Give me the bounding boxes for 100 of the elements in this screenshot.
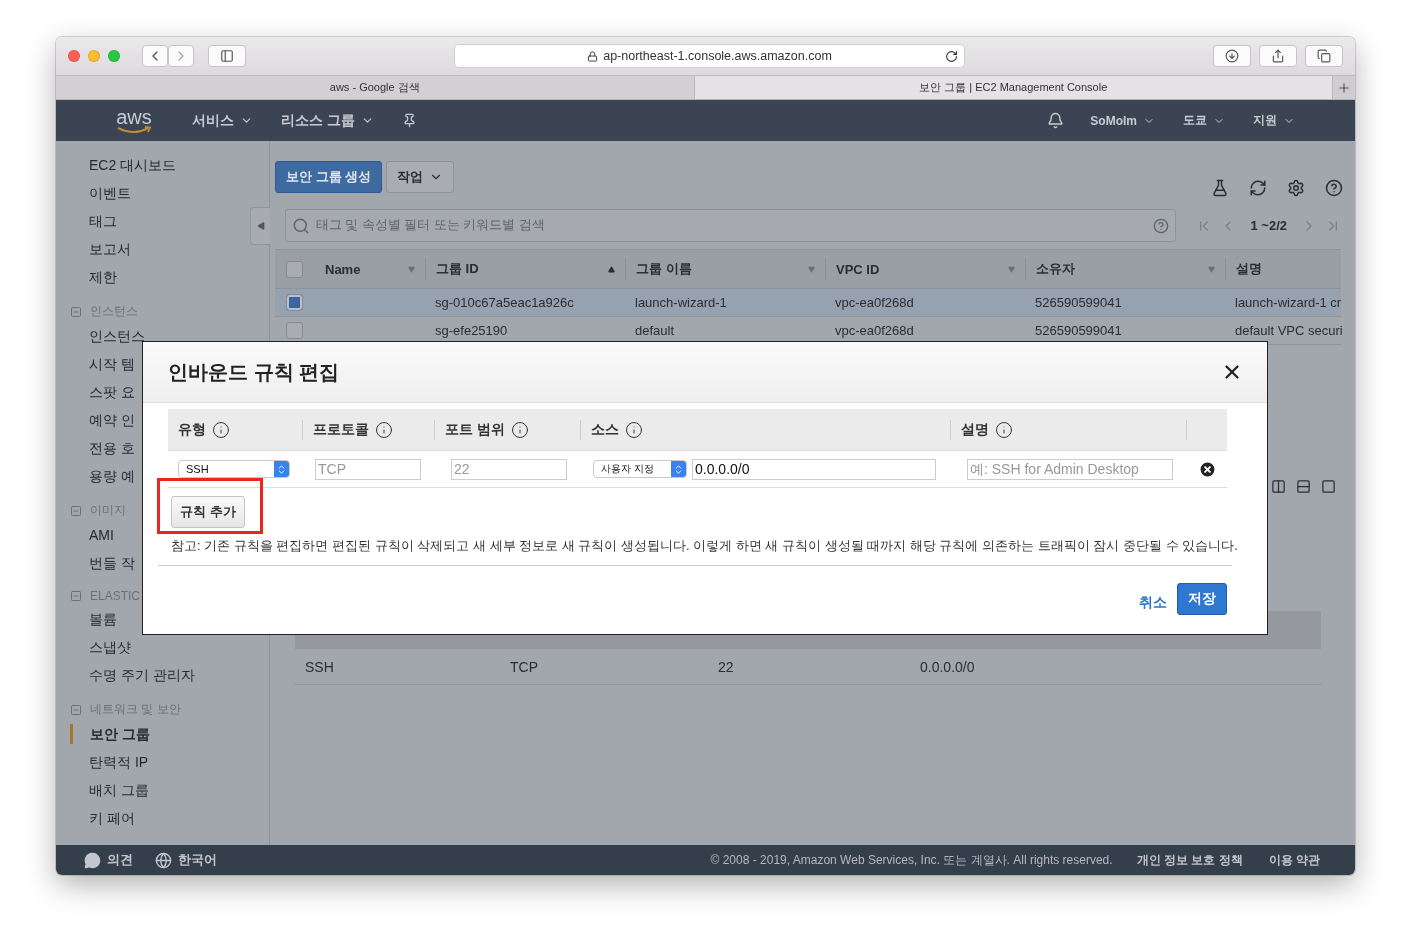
collapse-icon[interactable] bbox=[70, 305, 82, 318]
feedback-link[interactable]: 의견 bbox=[84, 851, 133, 869]
column-header[interactable]: Name bbox=[325, 261, 361, 277]
sidebar-item[interactable]: 예약 인 bbox=[89, 410, 135, 430]
save-button[interactable]: 저장 bbox=[1177, 583, 1227, 615]
table-cell-text: TCP bbox=[510, 658, 539, 675]
type-select[interactable]: SSH bbox=[178, 460, 290, 478]
table-cell-text: default bbox=[634, 323, 676, 338]
lock-icon bbox=[587, 50, 599, 62]
notifications-icon[interactable] bbox=[1047, 112, 1065, 129]
browser-tab[interactable]: 보안 그룹 | EC2 Management Console bbox=[694, 76, 1333, 99]
table-cell-text: default VPC securi bbox=[1234, 323, 1344, 338]
add-rule-button[interactable]: 규칙 추가 bbox=[171, 496, 245, 528]
help-icon bbox=[1153, 217, 1170, 234]
sidebar-item[interactable]: 태그 bbox=[89, 211, 117, 231]
sidebar-item[interactable]: 용량 예 bbox=[89, 466, 135, 486]
nav-menu[interactable]: 리소스 그룹 bbox=[281, 111, 374, 130]
region-menu[interactable]: 도쿄 bbox=[1183, 112, 1225, 129]
column-menu-icon[interactable] bbox=[408, 265, 415, 273]
cancel-link[interactable]: 취소 bbox=[1139, 594, 1167, 612]
sidebar-item[interactable]: 전용 호 bbox=[89, 438, 135, 458]
download-button[interactable] bbox=[1213, 45, 1251, 67]
table-cell-text: launch-wizard-1 cr bbox=[1234, 295, 1343, 310]
row-checkbox[interactable] bbox=[286, 294, 303, 311]
share-button[interactable] bbox=[1259, 45, 1297, 67]
split-horizontal-icon bbox=[1296, 479, 1311, 494]
sort-ascending-icon[interactable] bbox=[608, 265, 615, 273]
nav-menu[interactable]: 서비스 bbox=[192, 111, 253, 130]
column-header[interactable]: 설명 bbox=[1236, 260, 1262, 278]
refresh-icon[interactable] bbox=[1249, 179, 1267, 197]
info-icon bbox=[375, 420, 393, 439]
reload-icon bbox=[945, 49, 958, 63]
split-vertical-icon bbox=[1271, 479, 1286, 494]
note-text: 참고: 기존 규칙을 편집하면 편집된 규칙이 삭제되고 새 세부 정보로 새 규칙이 생성됩니다. 이렇게 하면 새 규칙이 생성될 때까지 해당 규칙에 의존하는 트래픽이 잠시 중단될 수 있습니다. bbox=[171, 537, 1239, 555]
sidebar-item[interactable]: 볼륨 bbox=[89, 609, 117, 629]
column-header[interactable]: 그룹 이름 bbox=[636, 260, 692, 278]
sidebar-item[interactable]: 수명 주기 관리자 bbox=[89, 665, 195, 685]
collapse-icon[interactable] bbox=[70, 504, 82, 517]
settings-icon[interactable] bbox=[1287, 179, 1305, 197]
flask-icon[interactable] bbox=[1211, 179, 1229, 197]
support-menu[interactable]: 지원 bbox=[1253, 112, 1295, 129]
sidebar-item[interactable]: 탄력적 IP bbox=[89, 752, 149, 772]
sidebar-item[interactable]: EC2 대시보드 bbox=[89, 155, 177, 175]
info-icon bbox=[625, 420, 643, 439]
sidebar-item[interactable]: 배치 그룹 bbox=[89, 780, 149, 800]
column-menu-icon[interactable] bbox=[808, 265, 815, 273]
column-menu-icon[interactable] bbox=[1208, 265, 1215, 273]
address-bar[interactable]: ap-northeast-1.console.aws.amazon.com bbox=[454, 44, 965, 68]
minimize-window-button[interactable] bbox=[88, 50, 100, 62]
source-field[interactable]: 0.0.0.0/0 bbox=[692, 458, 936, 480]
sidebar-item[interactable]: 키 페어 bbox=[89, 808, 135, 828]
table-cell-text: vpc-ea0f268d bbox=[834, 295, 915, 310]
download-icon bbox=[1225, 49, 1239, 63]
account-menu[interactable]: SoMoIm bbox=[1090, 113, 1155, 128]
footer-link[interactable]: 이용 약관 bbox=[1268, 851, 1320, 869]
sidebar-item[interactable]: 스냅샷 bbox=[89, 637, 131, 657]
sidebar-item[interactable]: AMI bbox=[89, 525, 114, 545]
actions-button[interactable]: 작업 bbox=[386, 161, 455, 193]
collapse-icon[interactable] bbox=[70, 590, 82, 602]
sidebar-item[interactable]: 번들 작 bbox=[89, 553, 135, 573]
pin-icon[interactable] bbox=[401, 113, 417, 128]
sidebar-toggle-button[interactable] bbox=[208, 45, 246, 67]
zoom-window-button[interactable] bbox=[108, 50, 120, 62]
row-checkbox[interactable] bbox=[286, 322, 303, 339]
footer-link[interactable]: 개인 정보 보호 정책 bbox=[1136, 851, 1243, 869]
create-security-group-button[interactable]: 보안 그룹 생성 bbox=[275, 161, 383, 193]
sidebar-item[interactable]: 스팟 요 bbox=[89, 382, 135, 402]
column-header[interactable]: 그룹 ID bbox=[436, 260, 479, 278]
language-link[interactable]: 한국어 bbox=[155, 851, 217, 869]
copyright-text: © 2008 - 2019, Amazon Web Services, Inc. 또는 계열사. All rights reserved. bbox=[710, 851, 1113, 869]
close-window-button[interactable] bbox=[68, 50, 80, 62]
table-cell-text: 0.0.0.0/0 bbox=[920, 658, 976, 675]
column-header: 프로토콜 bbox=[313, 420, 369, 439]
table-row[interactable]: sg-010c67a5eac1a926c launch-wizard-1 vpc-ea0f268d 526590599041 launch-wizard-1 cr bbox=[275, 289, 1341, 317]
sidebar-item[interactable]: 제한 bbox=[89, 267, 117, 287]
sidebar-item[interactable]: 시작 템 bbox=[89, 354, 135, 374]
table-cell-text: vpc-ea0f268d bbox=[834, 323, 915, 338]
search-icon bbox=[292, 216, 310, 235]
back-button[interactable] bbox=[142, 45, 168, 67]
table-cell-text: sg-010c67a5eac1a926c bbox=[434, 295, 575, 310]
collapse-sidebar-handle[interactable] bbox=[250, 207, 270, 245]
sidebar-item[interactable]: 이벤트 bbox=[89, 183, 131, 203]
column-menu-icon[interactable] bbox=[1008, 265, 1015, 273]
select-all-checkbox[interactable] bbox=[286, 260, 303, 278]
stepper-icon bbox=[673, 463, 684, 475]
column-header[interactable]: VPC ID bbox=[836, 261, 880, 277]
aws-logo[interactable]: aws bbox=[116, 107, 152, 134]
description-field[interactable]: 예: SSH for Admin Desktop bbox=[967, 458, 1173, 480]
panel-icon bbox=[1321, 479, 1336, 494]
column-header: 소스 bbox=[591, 420, 619, 439]
collapse-icon[interactable] bbox=[70, 703, 82, 716]
sidebar-item[interactable]: 보안 그룹 bbox=[70, 724, 150, 744]
tabs-button[interactable] bbox=[1305, 45, 1343, 67]
source-select[interactable]: 사용자 지정 bbox=[593, 460, 687, 478]
sidebar-icon bbox=[220, 49, 234, 63]
sidebar-item[interactable]: 인스턴스 bbox=[89, 326, 145, 346]
sidebar-item[interactable]: 보고서 bbox=[89, 239, 131, 259]
column-header[interactable]: 소유자 bbox=[1036, 260, 1075, 278]
help-icon[interactable] bbox=[1325, 179, 1343, 197]
forward-button[interactable] bbox=[168, 45, 194, 67]
